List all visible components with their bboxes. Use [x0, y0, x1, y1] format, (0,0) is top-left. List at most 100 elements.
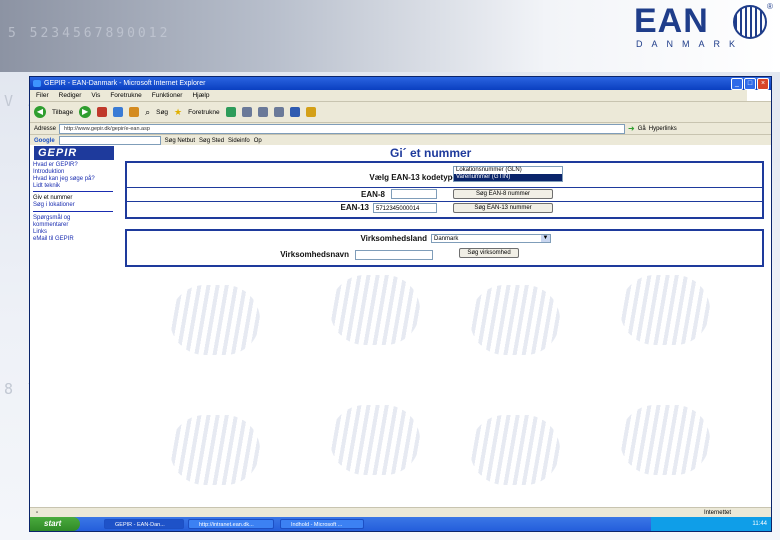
star-icon[interactable]: ★ — [174, 107, 182, 118]
page-content: GEPIR Hvad er GEPIR? Introduktion Hvad k… — [30, 145, 771, 507]
back-arrow-icon[interactable]: ◀ — [34, 106, 46, 118]
logo-text: EAN — [634, 2, 709, 40]
google-label: Google — [34, 137, 55, 144]
nav-divider — [33, 191, 113, 192]
address-label: Adresse — [34, 125, 57, 132]
menu-favorites[interactable]: Foretrukne — [110, 90, 141, 101]
panel-divider — [127, 187, 762, 188]
menu-help[interactable]: Hjælp — [192, 90, 209, 101]
minimize-button[interactable]: _ — [731, 78, 743, 90]
media-icon[interactable] — [225, 107, 236, 117]
google-search-button[interactable]: Søg Netbut — [165, 138, 195, 144]
close-button[interactable]: × — [757, 78, 769, 90]
watermark-barcode — [620, 275, 710, 345]
google-up-button[interactable]: Op — [254, 138, 262, 144]
page-title: Gi´ et nummer — [390, 146, 472, 160]
watermark-barcode — [170, 285, 260, 355]
google-pageinfo-button[interactable]: Sideinfo — [228, 138, 250, 144]
windows-logo — [747, 90, 771, 101]
watermark-barcode — [330, 405, 420, 475]
company-name-input[interactable] — [355, 250, 433, 260]
folder-icon[interactable] — [305, 107, 316, 117]
search-ean8-button[interactable]: Søg EAN-8 nummer — [453, 189, 553, 199]
back-label[interactable]: Tilbage — [52, 109, 73, 116]
refresh-icon[interactable] — [113, 107, 124, 117]
search-label[interactable]: Søg — [156, 109, 168, 116]
codetype-option-gtin[interactable]: Varenummer (GTIN) — [454, 174, 562, 181]
address-bar: Adresse http://www.gepir.dk/gepir/e-ean.… — [30, 123, 771, 135]
codetype-option-gln[interactable]: Lokationsnummer (GLN) — [454, 167, 562, 174]
google-search-input[interactable] — [58, 136, 161, 145]
company-name-label: Virksomhedsnavn — [280, 250, 349, 259]
search-company-button[interactable]: Søg virksomhed — [459, 248, 519, 258]
stop-icon[interactable] — [97, 107, 108, 117]
print-icon[interactable] — [273, 107, 284, 117]
watermark-barcode — [170, 415, 260, 485]
search-icon[interactable]: ⌕ — [145, 107, 150, 118]
menu-bar: Filer Rediger Vis Foretrukne Funktioner … — [30, 90, 771, 102]
google-site-button[interactable]: Søg Sted — [199, 138, 224, 144]
background-digits: 5 5234567890012 — [8, 26, 171, 41]
watermark-barcode — [620, 405, 710, 475]
ean13-input[interactable]: 5712345000014 — [373, 203, 437, 213]
toolbar: ◀ Tilbage ▶ ⌕ Søg ★ Foretrukne — [30, 102, 771, 123]
nav-link-links[interactable]: Links — [33, 229, 47, 235]
gepir-logo[interactable]: GEPIR — [34, 146, 114, 160]
favorites-label[interactable]: Foretrukne — [188, 109, 219, 116]
nav-link-email[interactable]: eMail til GEPIR — [33, 236, 74, 242]
links-label[interactable]: Hyperlinks — [649, 126, 677, 132]
menu-view[interactable]: Vis — [91, 90, 100, 101]
country-select[interactable]: Danmark ▼ — [431, 234, 551, 243]
panel-divider — [127, 201, 762, 202]
nav-link-what-is-gepir[interactable]: Hvad er GEPIR? — [33, 162, 78, 168]
left-navigation: GEPIR Hvad er GEPIR? Introduktion Hvad k… — [30, 145, 123, 507]
country-label: Virksomhedsland — [360, 234, 427, 243]
home-icon[interactable] — [129, 107, 140, 117]
ean13-label: EAN-13 — [340, 203, 369, 212]
browser-window: GEPIR - EAN-Danmark - Microsoft Internet… — [29, 76, 772, 532]
page-icon: ▫ — [36, 510, 39, 516]
number-search-panel: Vælg EAN-13 kodetype Lokationsnummer (GL… — [125, 161, 764, 219]
ean8-label: EAN-8 — [360, 190, 385, 199]
word-icon[interactable] — [289, 107, 300, 117]
go-button[interactable]: Gå — [638, 126, 646, 132]
forward-arrow-icon[interactable]: ▶ — [79, 106, 92, 118]
go-arrow-icon[interactable]: ➜ — [628, 124, 635, 133]
menu-file[interactable]: Filer — [36, 90, 49, 101]
nav-link-search-locations[interactable]: Søg i lokationer — [33, 202, 75, 208]
taskbar-item-indhold[interactable]: Indhold - Microsoft ... — [280, 519, 364, 529]
nav-link-comments[interactable]: kommentarer — [33, 222, 68, 228]
registered-mark: ® — [767, 2, 773, 11]
chevron-down-icon[interactable]: ▼ — [541, 235, 550, 242]
nav-link-what-can-i-search[interactable]: Hvad kan jeg søge på? — [33, 176, 95, 182]
nav-divider — [33, 211, 113, 212]
nav-link-technical[interactable]: Lidt teknik — [33, 183, 60, 189]
taskbar-item-intranet[interactable]: http://intranet.ean.dk... — [188, 519, 274, 529]
codetype-listbox[interactable]: Lokationsnummer (GLN) Varenummer (GTIN) — [453, 166, 563, 182]
mail-icon[interactable] — [257, 107, 268, 117]
window-titlebar[interactable]: GEPIR - EAN-Danmark - Microsoft Internet… — [30, 77, 771, 90]
taskbar: start GEPIR - EAN-Dan... http://intranet… — [30, 517, 771, 531]
history-icon[interactable] — [241, 107, 252, 117]
menu-edit[interactable]: Rediger — [59, 90, 82, 101]
globe-icon — [733, 5, 767, 39]
nav-link-give-number[interactable]: Giv et nummer — [33, 195, 72, 201]
watermark-barcode — [470, 285, 560, 355]
start-button[interactable]: start — [30, 517, 80, 531]
logo-subtext: DANMARK — [636, 39, 745, 49]
codetype-label: Vælg EAN-13 kodetype — [369, 173, 457, 182]
address-input[interactable]: http://www.gepir.dk/gepir/e-ean.asp — [59, 123, 626, 134]
watermark-barcode — [330, 275, 420, 345]
taskbar-item-gepir[interactable]: GEPIR - EAN-Dan... — [104, 519, 184, 529]
company-search-panel: Virksomhedsland Danmark ▼ Virksomhedsnav… — [125, 229, 764, 267]
nav-link-questions[interactable]: Spørgsmål og — [33, 215, 70, 221]
country-value: Danmark — [434, 236, 459, 242]
watermark-barcode — [470, 415, 560, 485]
search-ean13-button[interactable]: Søg EAN-13 nummer — [453, 203, 553, 213]
menu-tools[interactable]: Funktioner — [152, 90, 183, 101]
maximize-button[interactable]: □ — [744, 78, 756, 90]
clock[interactable]: 11:44 — [752, 521, 767, 527]
nav-link-introduction[interactable]: Introduktion — [33, 169, 64, 175]
ean8-input[interactable] — [391, 189, 437, 199]
window-title: GEPIR - EAN-Danmark - Microsoft Internet… — [44, 80, 206, 87]
